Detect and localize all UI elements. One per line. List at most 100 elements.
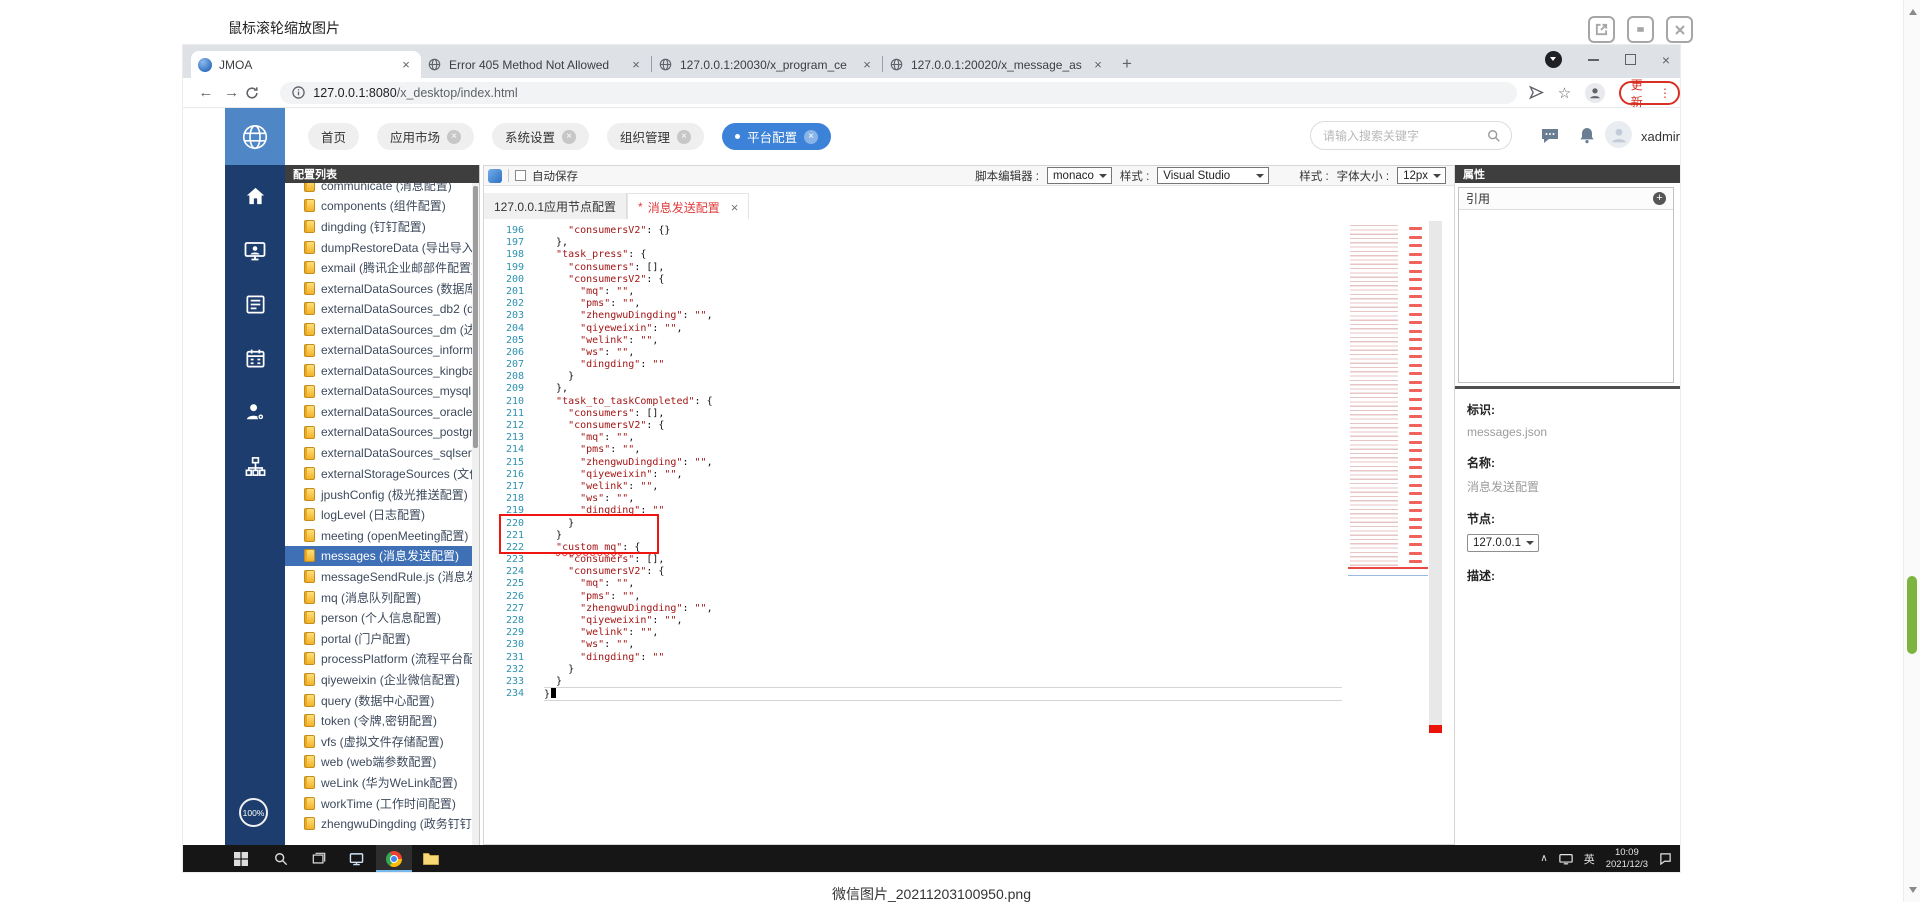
save-icon[interactable]: [488, 168, 502, 183]
editor-tab[interactable]: 127.0.0.1应用节点配置: [484, 193, 628, 219]
list-item[interactable]: meeting (openMeeting配置): [285, 525, 479, 546]
tray-chevron-icon[interactable]: ∧: [1540, 853, 1547, 864]
list-item[interactable]: processPlatform (流程平台配置: [285, 649, 479, 670]
taskbar-clock[interactable]: 10:09 2021/12/3: [1606, 847, 1648, 871]
list-item[interactable]: qiyeweixin (企业微信配置): [285, 669, 479, 690]
list-item[interactable]: logLevel (日志配置): [285, 505, 479, 526]
home-icon[interactable]: [225, 185, 285, 208]
folder-icon[interactable]: [413, 845, 449, 872]
style-select[interactable]: Visual Studio: [1157, 167, 1270, 184]
page-scrollbar[interactable]: [1903, 0, 1920, 902]
list-item[interactable]: externalStorageSources (文件存: [285, 463, 479, 484]
font-size-select[interactable]: 12px: [1397, 167, 1446, 184]
chrome-taskbar-icon[interactable]: [376, 845, 412, 872]
list-item[interactable]: externalDataSources_kingbase: [285, 360, 479, 381]
config-scrollbar[interactable]: [472, 183, 479, 845]
search-icon[interactable]: [1487, 129, 1501, 143]
tab-close-icon[interactable]: ×: [1090, 57, 1106, 72]
nav-pill[interactable]: 系统设置 ×: [492, 123, 590, 150]
open-external-icon[interactable]: [1588, 16, 1615, 43]
reload-icon[interactable]: [245, 86, 271, 100]
list-item[interactable]: jpushConfig (极光推送配置): [285, 484, 479, 505]
nav-pill[interactable]: 首页: [308, 123, 360, 150]
list-item[interactable]: externalDataSources_informix: [285, 340, 479, 361]
back-icon[interactable]: ←: [193, 84, 219, 101]
comment-icon[interactable]: [1541, 128, 1559, 144]
browser-tab[interactable]: Error 405 Method Not Allowed ×: [421, 51, 651, 78]
address-bar[interactable]: 127.0.0.1:8080/x_desktop/index.html: [280, 81, 1517, 104]
taskbar-search-icon[interactable]: [263, 845, 299, 872]
notification-center-icon[interactable]: [1659, 852, 1672, 865]
editor-tab[interactable]: * 消息发送配置 ×: [627, 193, 750, 220]
list-item[interactable]: vfs (虚拟文件存储配置): [285, 731, 479, 752]
list-item[interactable]: messageSendRule.js (消息发送: [285, 566, 479, 587]
list-item[interactable]: portal (门户配置): [285, 628, 479, 649]
script-editor-select[interactable]: monaco: [1046, 167, 1112, 184]
scrollbar-thumb[interactable]: [1907, 576, 1917, 654]
list-item[interactable]: externalDataSources_mysql (m: [285, 381, 479, 402]
kebab-menu-icon[interactable]: ⋮: [1659, 86, 1671, 100]
browser-avatar-icon[interactable]: [1585, 82, 1605, 103]
fit-screen-icon[interactable]: [1627, 16, 1654, 43]
browser-tab[interactable]: 127.0.0.1:20020/x_message_as ×: [883, 51, 1113, 78]
list-item[interactable]: externalDataSources_db2 (db2: [285, 299, 479, 320]
node-select[interactable]: 127.0.0.1: [1467, 534, 1539, 552]
restore-icon[interactable]: [1624, 54, 1636, 65]
username-label[interactable]: xadmin: [1641, 129, 1680, 144]
editor-tab-close-icon[interactable]: ×: [731, 200, 739, 215]
chrome-update-button[interactable]: 更新 ⋮: [1618, 78, 1681, 109]
close-viewer-icon[interactable]: [1666, 16, 1693, 43]
file-explorer-icon[interactable]: [338, 845, 374, 872]
pill-close-icon[interactable]: ×: [447, 129, 462, 144]
list-item[interactable]: token (令牌,密钥配置): [285, 710, 479, 731]
nav-pill[interactable]: 应用市场 ×: [377, 123, 475, 150]
browser-tab[interactable]: 127.0.0.1:20030/x_program_ce ×: [652, 51, 882, 78]
bell-icon[interactable]: [1579, 127, 1595, 144]
new-tab-icon[interactable]: +: [1113, 51, 1141, 78]
pill-close-icon[interactable]: ×: [677, 129, 692, 144]
video-user-icon[interactable]: [225, 239, 285, 263]
nav-pill[interactable]: 平台配置 ×: [722, 123, 832, 150]
user-avatar[interactable]: [1605, 121, 1632, 148]
code-editor[interactable]: 196 197 198 199 200 201 202 203 204 205 206 207 208 2…: [484, 219, 1454, 844]
tab-close-icon[interactable]: ×: [859, 57, 875, 72]
list-item[interactable]: zhengwuDingding (政务钉钉配: [285, 813, 479, 834]
add-reference-icon[interactable]: +: [1653, 192, 1666, 205]
search-input[interactable]: [1321, 127, 1481, 144]
panel-splitter[interactable]: [1455, 386, 1680, 389]
list-item[interactable]: externalDataSources_sqlserver: [285, 443, 479, 464]
list-item[interactable]: externalDataSources_oracle (o: [285, 402, 479, 423]
list-item[interactable]: components (组件配置): [285, 196, 479, 217]
tab-close-icon[interactable]: ×: [628, 57, 644, 72]
list-item[interactable]: web (web端参数配置): [285, 752, 479, 773]
user-settings-icon[interactable]: [225, 401, 285, 424]
list-item[interactable]: query (数据中心配置): [285, 690, 479, 711]
minimap[interactable]: [1348, 223, 1428, 823]
editor-scrollbar-thumb[interactable]: [1429, 221, 1442, 731]
send-icon[interactable]: [1528, 85, 1544, 100]
config-scrollbar-thumb[interactable]: [473, 186, 478, 448]
start-menu-icon[interactable]: [223, 845, 259, 872]
list-item[interactable]: externalDataSources (数据库配: [285, 278, 479, 299]
tab-close-icon[interactable]: ×: [398, 57, 414, 72]
minimize-icon[interactable]: [1587, 58, 1599, 61]
scroll-up-arrow[interactable]: [1909, 5, 1917, 15]
list-item[interactable]: weLink (华为WeLink配置): [285, 772, 479, 793]
autosave-checkbox[interactable]: [515, 170, 526, 181]
journal-icon[interactable]: [225, 293, 285, 316]
list-item[interactable]: externalDataSources_postgres: [285, 422, 479, 443]
ime-indicator[interactable]: 英: [1584, 851, 1595, 867]
forward-icon[interactable]: →: [219, 84, 245, 101]
list-item[interactable]: dumpRestoreData (导出导入数: [285, 237, 479, 258]
tray-display-icon[interactable]: [1558, 853, 1573, 865]
list-item[interactable]: person (个人信息配置): [285, 607, 479, 628]
browser-tab[interactable]: JMOA ×: [191, 51, 421, 78]
list-item[interactable]: exmail (腾讯企业邮部件配置): [285, 257, 479, 278]
browser-profile-icon[interactable]: [1544, 51, 1562, 68]
app-logo[interactable]: [225, 108, 285, 165]
org-chart-icon[interactable]: [225, 455, 285, 478]
calendar-icon[interactable]: [225, 347, 285, 370]
list-item[interactable]: communicate (消息配置): [285, 183, 479, 196]
bookmark-star-icon[interactable]: ☆: [1558, 84, 1571, 102]
scroll-down-arrow[interactable]: [1909, 887, 1917, 897]
